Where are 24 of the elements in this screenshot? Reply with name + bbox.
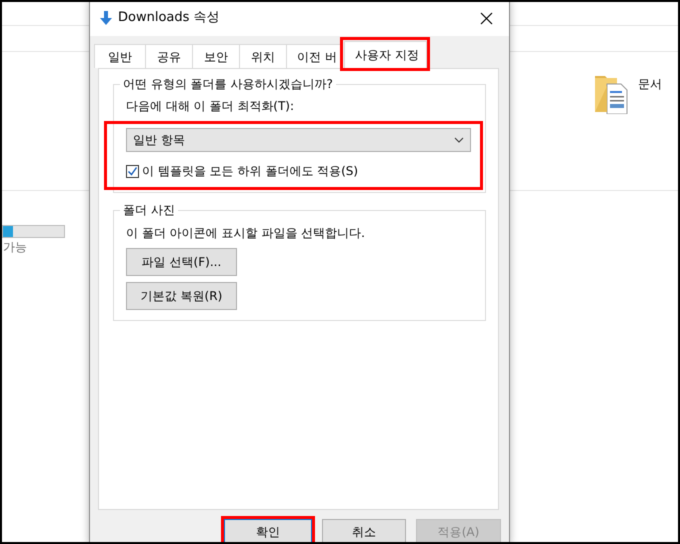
chevron-down-icon <box>454 137 464 144</box>
tab[interactable]: 공유 <box>145 44 193 68</box>
folder-label: 문서 <box>638 76 662 93</box>
picture-button[interactable]: 기본값 복원(R) <box>126 282 237 310</box>
checkbox-label[interactable]: 이 템플릿을 모든 하위 폴더에도 적용(S) <box>142 162 358 180</box>
download-arrow-icon <box>100 11 112 25</box>
checkbox[interactable] <box>126 164 139 178</box>
picture-button[interactable]: 파일 선택(F)... <box>126 248 237 276</box>
group-legend: 어떤 유형의 폴더를 사용하시겠습니까? <box>120 77 336 92</box>
dropdown-value: 일반 항목 <box>133 132 185 150</box>
tab[interactable]: 일반 <box>94 44 146 68</box>
group-legend: 폴더 사진 <box>120 203 178 218</box>
optimize-dropdown[interactable]: 일반 항목 <box>126 128 471 152</box>
storage-caption: 가능 <box>3 239 27 256</box>
close-icon[interactable] <box>480 12 493 26</box>
description-text: 이 폴더 아이콘에 표시할 파일을 선택합니다. <box>126 224 366 242</box>
window-title: Downloads 속성 <box>118 9 220 28</box>
tab[interactable]: 위치 <box>239 44 287 68</box>
tab[interactable]: 보안 <box>192 44 240 68</box>
dialog-button[interactable]: 취소 <box>322 519 406 542</box>
optimize-label: 다음에 대해 이 폴더 최적화(T): <box>126 98 295 116</box>
tab[interactable]: 이전 버 <box>286 44 343 68</box>
tab[interactable]: 사용자 지정 <box>344 41 427 68</box>
dialog-button[interactable]: 확인 <box>224 519 312 542</box>
